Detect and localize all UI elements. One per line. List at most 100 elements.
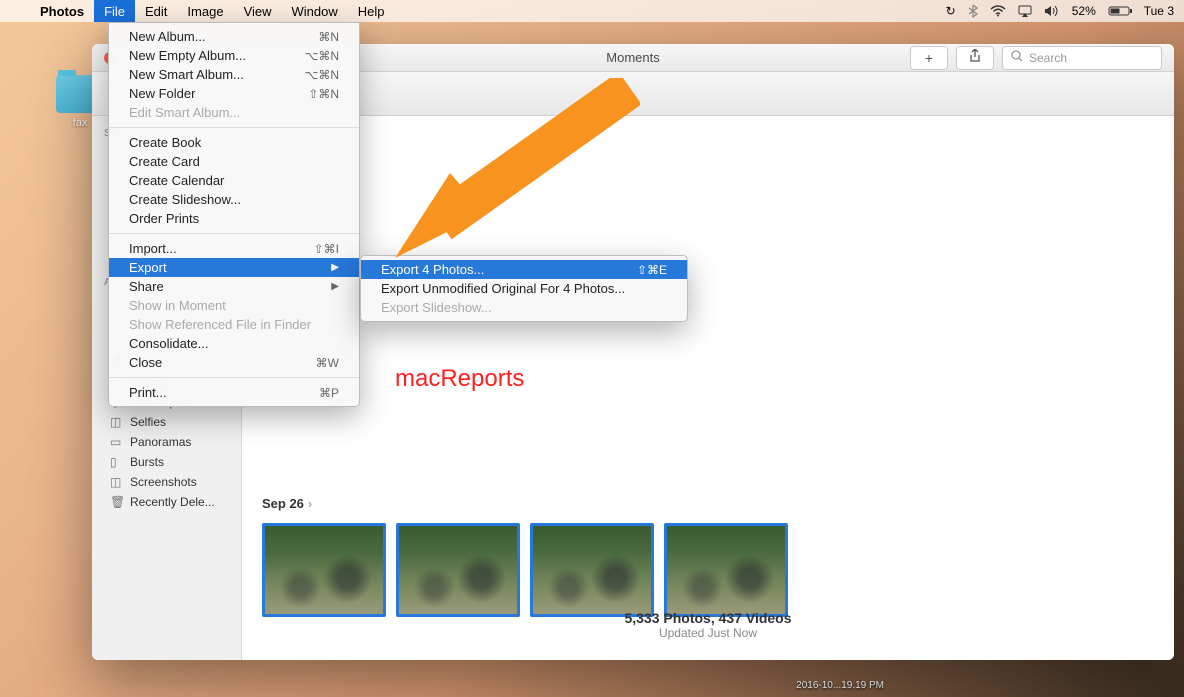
export-submenu: Export 4 Photos... ⇧⌘E Export Unmodified … [360, 255, 688, 322]
menu-label: Close [129, 355, 162, 370]
camera-icon: ◫ [110, 415, 124, 429]
menu-label: Print... [129, 385, 167, 400]
sidebar-item-panoramas[interactable]: ▭Panoramas [92, 432, 241, 452]
panorama-icon: ▭ [110, 435, 124, 449]
stats-count: 5,333 Photos, 437 Videos [242, 610, 1174, 626]
menu-create-card[interactable]: Create Card [109, 152, 359, 171]
menu-new-empty-album[interactable]: New Empty Album... ⌥⌘N [109, 46, 359, 65]
shortcut: ⌘P [319, 386, 339, 400]
menu-import[interactable]: Import...⇧⌘I [109, 239, 359, 258]
search-placeholder: Search [1029, 51, 1067, 65]
menu-print[interactable]: Print... ⌘P [109, 383, 359, 402]
sidebar-item-label: Selfies [130, 415, 166, 429]
menu-create-book[interactable]: Create Book [109, 133, 359, 152]
menu-label: New Smart Album... [129, 67, 244, 82]
menu-label: Export [129, 260, 167, 275]
share-button[interactable] [956, 46, 994, 70]
photo-thumbnail[interactable] [396, 523, 520, 617]
menu-label: Import... [129, 241, 177, 256]
photo-thumbnail[interactable] [664, 523, 788, 617]
sidebar-item-label: Bursts [130, 455, 164, 469]
menu-file[interactable]: File [94, 0, 135, 22]
desktop-file-label: 2016-10...19.19 PM [796, 680, 884, 691]
chevron-right-icon: › [308, 496, 312, 511]
sidebar-item-screenshots[interactable]: ◫ Screenshots [92, 472, 241, 492]
menu-label: New Folder [129, 86, 195, 101]
menu-create-slideshow[interactable]: Create Slideshow... [109, 190, 359, 209]
library-stats: 5,333 Photos, 437 Videos Updated Just No… [242, 610, 1174, 640]
shortcut: ⌥⌘N [305, 68, 340, 82]
photo-thumbnail[interactable] [530, 523, 654, 617]
menu-view[interactable]: View [234, 0, 282, 22]
menu-consolidate[interactable]: Consolidate... [109, 334, 359, 353]
menu-label: Order Prints [129, 211, 199, 226]
menu-label: Create Book [129, 135, 201, 150]
menu-close[interactable]: Close ⌘W [109, 353, 359, 372]
wifi-icon[interactable] [990, 5, 1006, 17]
menu-window[interactable]: Window [282, 0, 348, 22]
sidebar-item-selfies[interactable]: ◫ Selfies [92, 412, 241, 432]
menubar-status: ↻ 52% Tue 3 [946, 4, 1174, 18]
menu-edit[interactable]: Edit [135, 0, 177, 22]
menu-show-in-moment: Show in Moment [109, 296, 359, 315]
battery-icon[interactable] [1108, 5, 1132, 17]
shortcut: ⌘W [316, 356, 339, 370]
search-icon [1011, 50, 1023, 65]
menu-label: New Empty Album... [129, 48, 246, 63]
volume-icon[interactable] [1044, 5, 1060, 17]
menu-label: Share [129, 279, 164, 294]
menu-help[interactable]: Help [348, 0, 395, 22]
screenshot-icon: ◫ [110, 475, 124, 489]
moment-date-header[interactable]: Sep 26 › [262, 496, 1154, 511]
shortcut: ⌘N [318, 30, 339, 44]
clock-text[interactable]: Tue 3 [1144, 4, 1174, 18]
watermark-text: macReports [395, 365, 524, 393]
shortcut: ⇧⌘E [637, 263, 667, 277]
sidebar-item-label: Screenshots [130, 475, 197, 489]
photo-grid [262, 523, 1154, 617]
menu-edit-smart-album: Edit Smart Album... [109, 103, 359, 122]
menu-new-album[interactable]: New Album...⌘N [109, 27, 359, 46]
sidebar-item-bursts[interactable]: ▯ Bursts [92, 452, 241, 472]
airplay-icon[interactable] [1018, 5, 1032, 17]
submenu-export-unmodified[interactable]: Export Unmodified Original For 4 Photos.… [361, 279, 687, 298]
menu-share[interactable]: Share▶ [109, 277, 359, 296]
menu-order-prints[interactable]: Order Prints [109, 209, 359, 228]
menu-label: Export 4 Photos... [381, 262, 484, 277]
date-label: Sep 26 [262, 496, 304, 511]
menu-separator [109, 127, 359, 128]
stats-updated: Updated Just Now [242, 626, 1174, 640]
system-menubar: Photos File Edit Image View Window Help … [0, 0, 1184, 22]
menu-label: Show in Moment [129, 298, 226, 313]
menu-label: Export Unmodified Original For 4 Photos.… [381, 281, 625, 296]
trash-icon: 🗑 [110, 495, 124, 509]
shortcut: ⇧⌘N [308, 87, 339, 101]
menu-create-calendar[interactable]: Create Calendar [109, 171, 359, 190]
plus-icon: + [925, 50, 933, 66]
menu-export[interactable]: Export ▶ [109, 258, 359, 277]
time-machine-icon[interactable]: ↻ [946, 4, 956, 18]
share-icon [969, 49, 981, 66]
menu-new-smart-album[interactable]: New Smart Album... ⌥⌘N [109, 65, 359, 84]
submenu-export-photos[interactable]: Export 4 Photos... ⇧⌘E [361, 260, 687, 279]
sidebar-item-recently-deleted[interactable]: 🗑Recently Dele... [92, 492, 241, 512]
menu-new-folder[interactable]: New Folder ⇧⌘N [109, 84, 359, 103]
burst-icon: ▯ [110, 455, 124, 469]
menu-label: Show Referenced File in Finder [129, 317, 311, 332]
search-input[interactable]: Search [1002, 46, 1162, 70]
add-button[interactable]: + [910, 46, 948, 70]
shortcut: ⌥⌘N [305, 49, 340, 63]
bluetooth-icon[interactable] [968, 4, 978, 18]
menu-label: Create Card [129, 154, 200, 169]
menu-label: Edit Smart Album... [129, 105, 240, 120]
menu-label: Consolidate... [129, 336, 209, 351]
submenu-arrow-icon: ▶ [331, 262, 339, 273]
window-title: Moments [606, 50, 659, 65]
menu-label: Create Calendar [129, 173, 224, 188]
file-menu-dropdown: New Album...⌘N New Empty Album... ⌥⌘N New… [108, 22, 360, 407]
battery-percentage: 52% [1072, 4, 1096, 18]
menu-show-referenced-file: Show Referenced File in Finder [109, 315, 359, 334]
app-name-menu[interactable]: Photos [30, 4, 94, 19]
photo-thumbnail[interactable] [262, 523, 386, 617]
menu-image[interactable]: Image [177, 0, 233, 22]
